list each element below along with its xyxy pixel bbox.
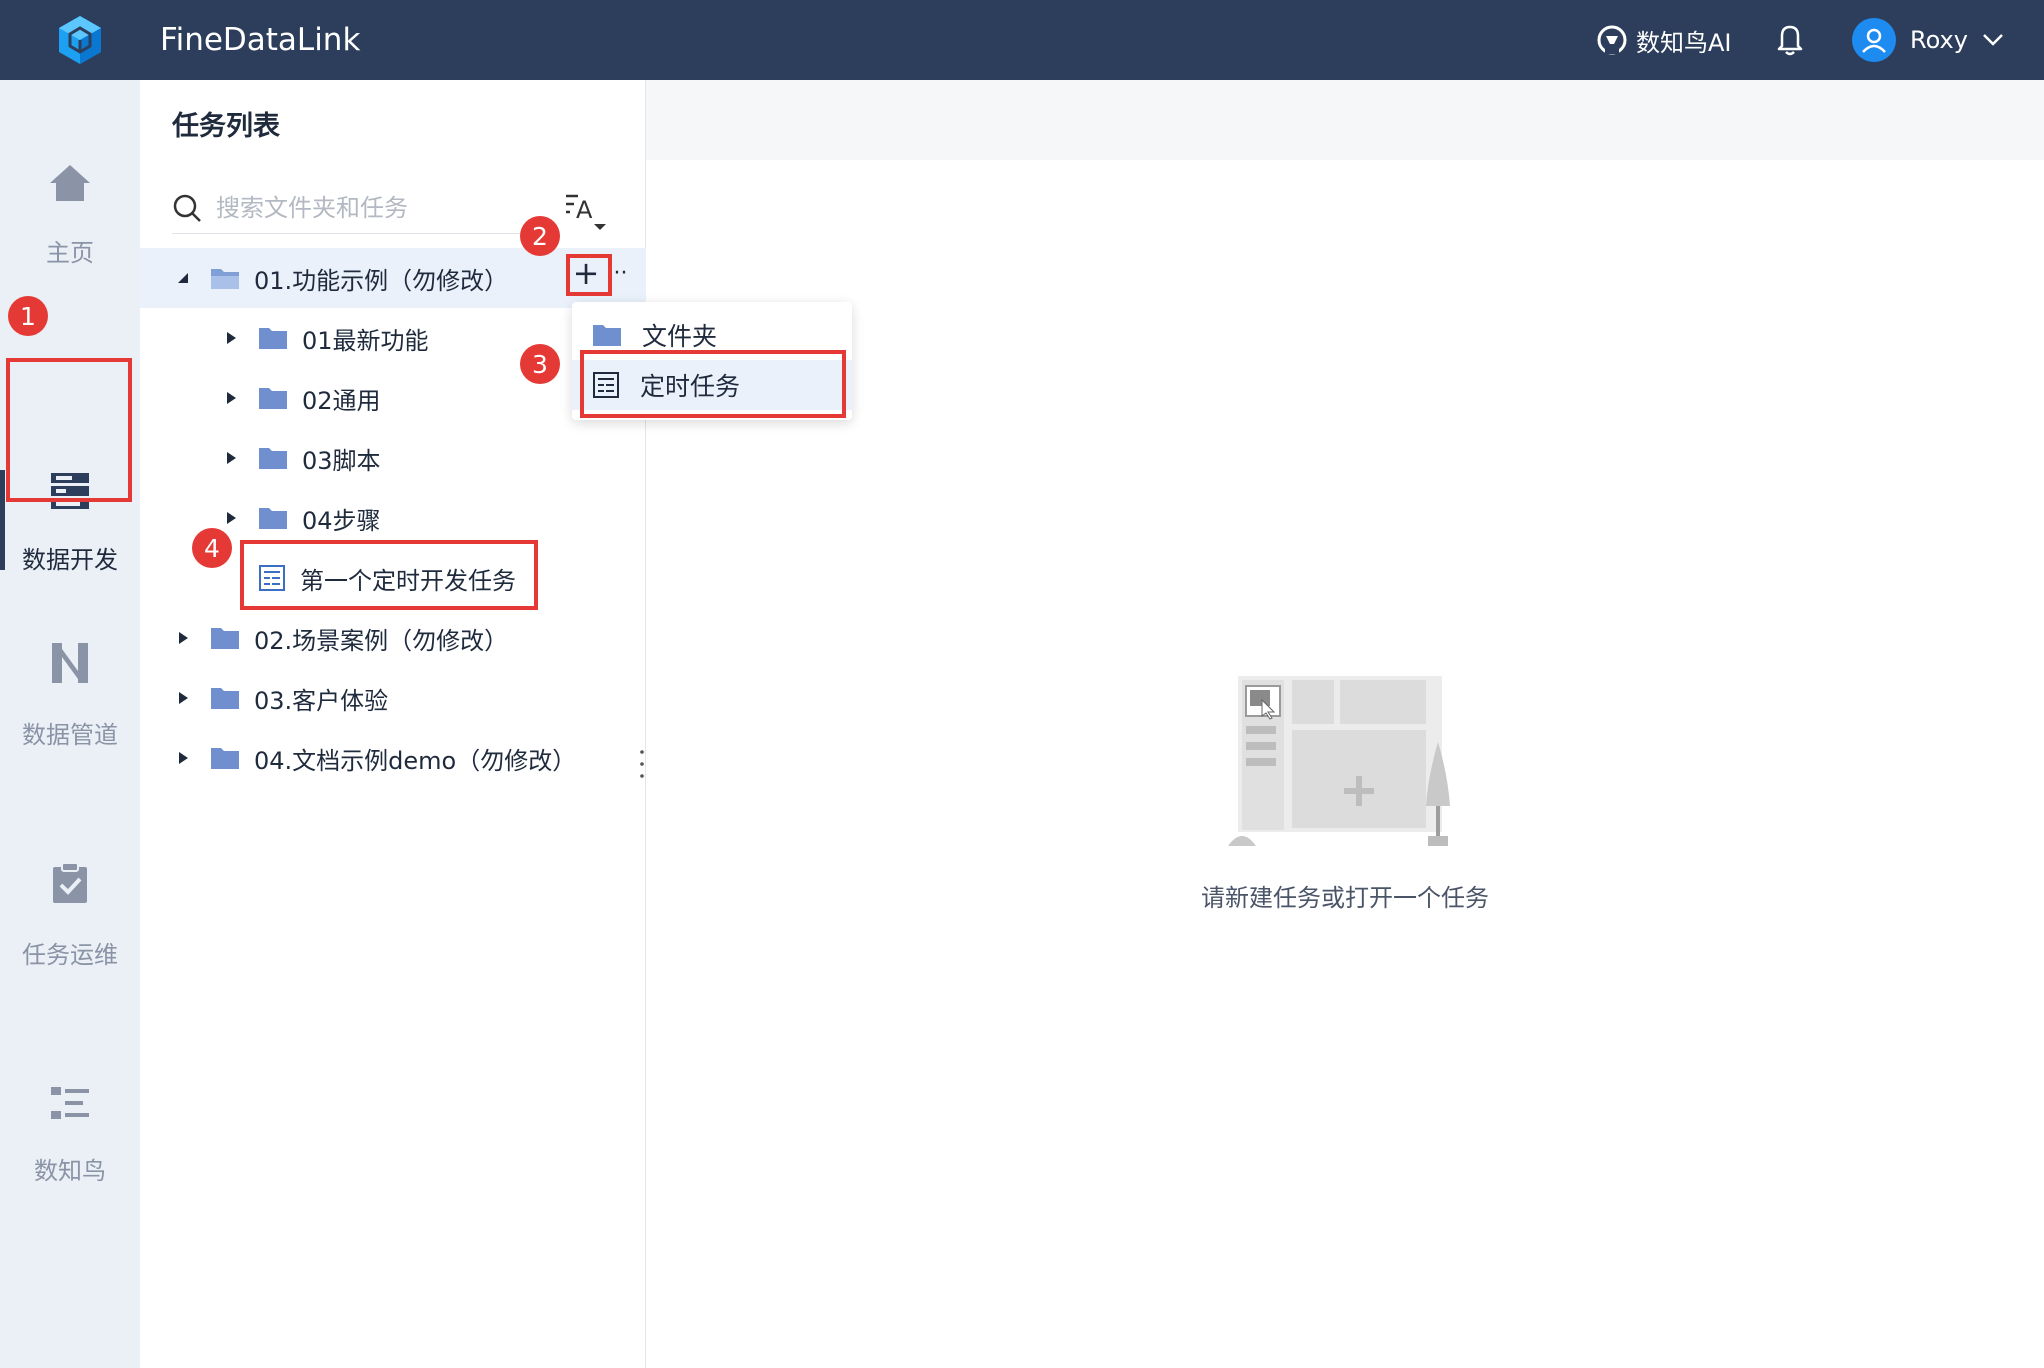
nav-item-home[interactable]: 主页	[0, 140, 140, 290]
empty-state-illustration	[1228, 676, 1450, 846]
tree-label: 03.客户体验	[254, 686, 389, 715]
tree-label: 02.场景案例（勿修改）	[254, 626, 509, 655]
ai-assistant-button[interactable]: 数知鸟AI	[1596, 20, 1732, 60]
annotation-badge-3: 3	[520, 344, 560, 384]
tree-folder-row[interactable]: 02.场景案例（勿修改）	[140, 608, 646, 668]
app-title: FineDataLink	[160, 22, 361, 58]
nav-label-home: 主页	[46, 238, 94, 267]
tree-label: 01.功能示例（勿修改）	[254, 266, 509, 295]
empty-state-message: 请新建任务或打开一个任务	[1201, 884, 1489, 912]
home-icon	[50, 164, 90, 201]
tree-label: 03脚本	[302, 446, 381, 475]
tree-folder-row[interactable]: 04.文档示例demo（勿修改）	[140, 728, 646, 788]
folder-icon	[211, 748, 239, 769]
folder-icon	[593, 325, 621, 346]
tree-label: 04.文档示例demo（勿修改）	[254, 746, 577, 775]
tree-label: 04步骤	[302, 506, 381, 535]
annotation-badge-4: 4	[192, 528, 232, 568]
folder-icon	[259, 328, 287, 349]
nav-label-shuzhiniao: 数知鸟	[34, 1156, 106, 1185]
folder-icon	[259, 448, 287, 469]
annotation-badge-1: 1	[8, 296, 48, 336]
tree-label: 02通用	[302, 386, 381, 415]
avatar	[1852, 18, 1896, 62]
ai-bird-icon	[1597, 25, 1627, 55]
pipeline-icon	[52, 642, 88, 683]
caret-right-icon[interactable]	[176, 691, 190, 705]
panel-title: 任务列表	[172, 111, 280, 142]
nav-item-shuzhiniao[interactable]: 数知鸟	[0, 1060, 140, 1210]
folder-open-icon	[211, 269, 239, 289]
list-icon	[51, 1086, 89, 1119]
caret-right-icon[interactable]	[224, 331, 238, 345]
annotation-box-2	[566, 254, 612, 296]
folder-icon	[259, 388, 287, 409]
nav-item-task-ops[interactable]: 任务运维	[0, 840, 140, 990]
nav-label-pipeline: 数据管道	[22, 720, 118, 749]
task-ops-icon	[53, 861, 87, 903]
annotation-box-3	[580, 350, 846, 418]
notification-bell-icon[interactable]	[1774, 22, 1806, 56]
nav-item-pipeline[interactable]: 数据管道	[0, 620, 140, 770]
caret-right-icon[interactable]	[224, 511, 238, 525]
ai-label: 数知鸟AI	[1636, 28, 1732, 57]
nav-label-task-ops: 任务运维	[22, 940, 118, 969]
menu-item-label: 文件夹	[642, 322, 718, 351]
chevron-down-icon	[1983, 34, 2003, 46]
search-box	[172, 182, 528, 234]
caret-right-icon[interactable]	[176, 751, 190, 765]
user-icon	[1862, 28, 1886, 53]
finedatalink-logo-icon[interactable]	[54, 14, 106, 66]
annotation-box-4	[240, 540, 538, 610]
tree-folder-row[interactable]: 03.客户体验	[140, 668, 646, 728]
user-name: Roxy	[1910, 26, 1968, 54]
caret-right-icon[interactable]	[224, 451, 238, 465]
caret-right-icon[interactable]	[176, 631, 190, 645]
folder-icon	[211, 688, 239, 709]
search-icon	[173, 194, 201, 222]
content-header	[646, 80, 2044, 160]
top-bar: FineDataLink 数知鸟AI Roxy	[0, 0, 2044, 80]
folder-icon	[211, 628, 239, 649]
tree-folder-row[interactable]: 03脚本	[140, 428, 646, 488]
left-nav: 主页 数据开发 数据管道 任务运维 数知鸟	[0, 80, 140, 1368]
tree-folder-row[interactable]: 02通用	[140, 368, 646, 428]
nav-label-data-dev: 数据开发	[22, 545, 118, 574]
tree-label: 01最新功能	[302, 326, 429, 355]
user-menu[interactable]: Roxy	[1852, 16, 2004, 64]
caret-right-icon[interactable]	[224, 391, 238, 405]
annotation-box-1	[6, 358, 132, 502]
annotation-badge-2: 2	[520, 216, 560, 256]
caret-down-icon[interactable]	[176, 271, 190, 285]
folder-icon	[259, 508, 287, 529]
svg-text:A: A	[576, 196, 593, 224]
search-input[interactable]	[214, 192, 514, 223]
sort-icon[interactable]: A	[564, 188, 608, 232]
tree-folder-row[interactable]: 01最新功能	[140, 308, 646, 368]
